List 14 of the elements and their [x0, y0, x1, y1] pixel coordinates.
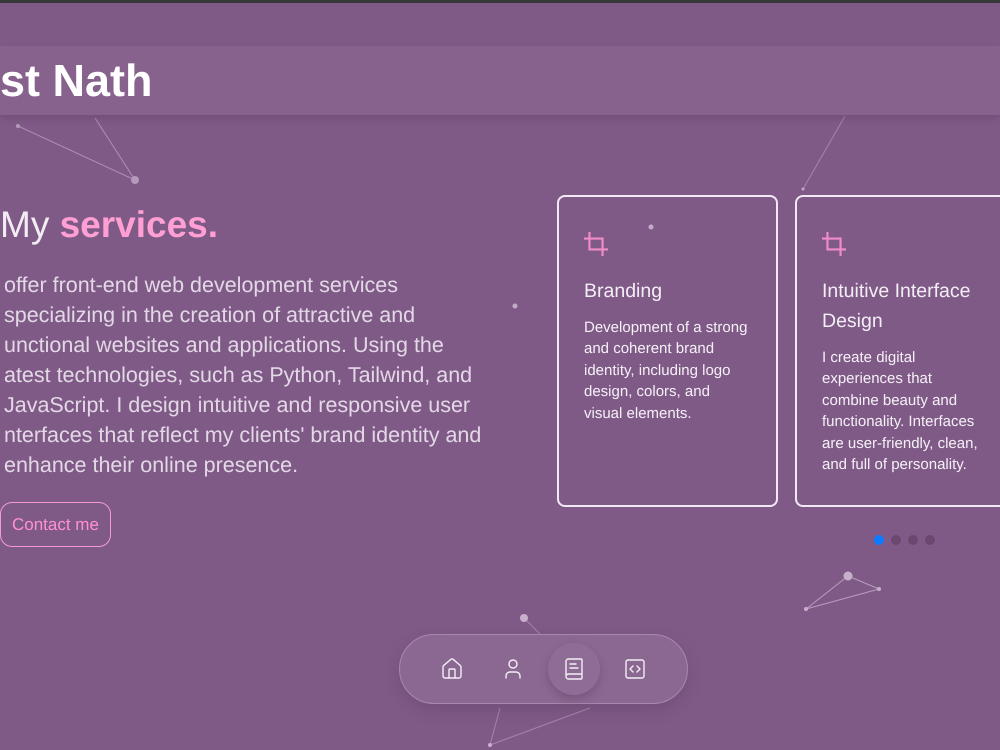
code-icon [623, 657, 647, 682]
card-title: Branding [584, 279, 664, 304]
intro-paragraph: offer front-end web development services specializing in the creation of attractive and unctional websites and applications. Using the atest technologies, such as Python, Tailwind, and JavaScript. I design intuitive and responsive user nterfaces that reflect my clients' brand identity and enhance their online presence. [3, 272, 482, 480]
particle-network-drawing [512, 304, 518, 308]
crop-icon [584, 232, 608, 256]
crop-icon [822, 232, 846, 256]
particle-network-drawing [648, 224, 654, 230]
site-title: st Nath [0, 58, 153, 103]
section-heading: My services. [0, 203, 218, 247]
card-description: I create digital experiences that combine beauty and functionality. Interfaces are user-friendly, clean, and full of personality. [822, 348, 979, 476]
card-description: Development of a strong and coherent brand identity, including logo design, colors, and visual elements. [584, 318, 748, 424]
card-title: Intuitive Interface Design [822, 279, 972, 334]
contact-button[interactable]: Contact me [0, 502, 111, 548]
home-icon [440, 657, 464, 682]
